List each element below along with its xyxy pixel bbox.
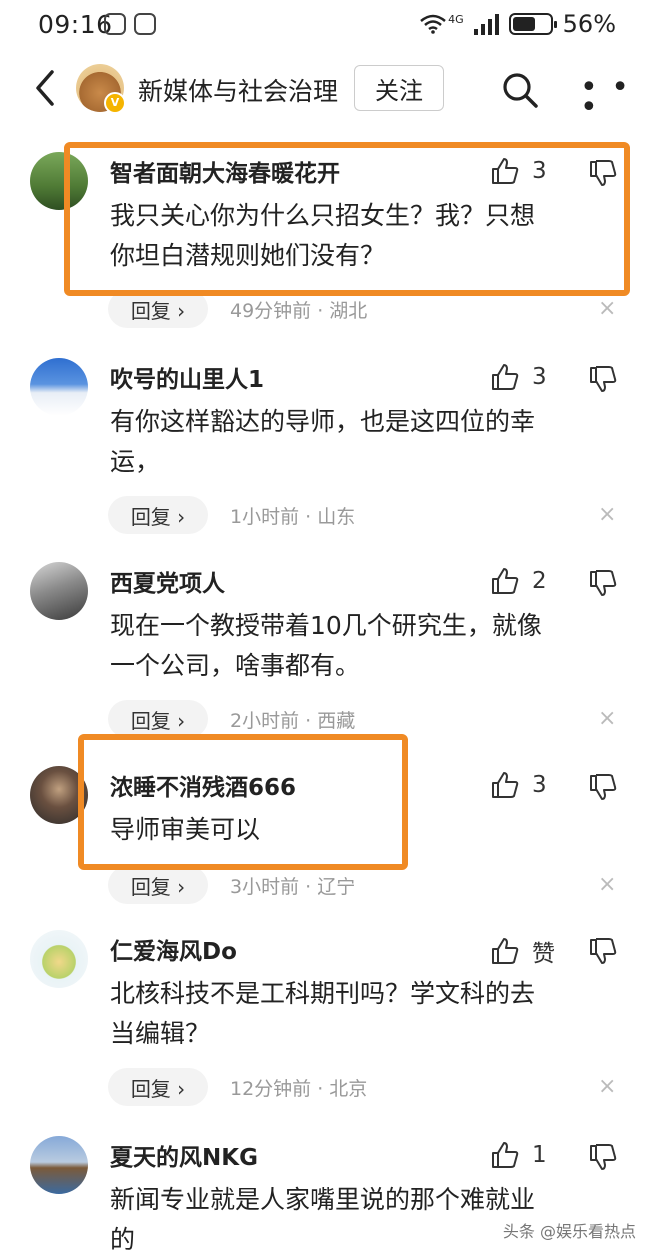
status-time: 09:16	[38, 10, 113, 39]
comment-text-line: 现在一个教授带着10几个研究生，就像	[110, 611, 542, 640]
user-avatar[interactable]	[30, 1136, 88, 1194]
battery-icon	[508, 13, 557, 35]
reply-button[interactable]: 回复 ›	[108, 1068, 208, 1106]
battery-percent: 56%	[562, 10, 616, 38]
thumbs-up-icon	[492, 568, 519, 594]
more-icon[interactable]: • • •	[580, 73, 650, 123]
comment-time-location: 12分钟前 · 北京	[230, 1077, 368, 1100]
comment-time-location: 1小时前 · 山东	[230, 505, 356, 528]
highlight-box	[78, 734, 408, 870]
watermark: 头条 @娱乐看热点	[502, 1222, 636, 1241]
signal-icon	[473, 13, 499, 35]
reply-button[interactable]: 回复 ›	[108, 866, 208, 904]
thumbs-down-icon[interactable]	[588, 568, 618, 598]
comment-text-line: 当编辑？	[110, 1019, 211, 1048]
close-icon[interactable]: ×	[598, 872, 616, 897]
comment-time-location: 49分钟前 · 湖北	[230, 299, 368, 322]
channel-name[interactable]: 新媒体与社会治理	[138, 72, 338, 108]
thumbs-up-icon	[492, 938, 519, 964]
like-count: 3	[532, 364, 547, 390]
like-count: 2	[532, 568, 547, 594]
comment-username[interactable]: 西夏党项人	[110, 564, 225, 598]
search-icon[interactable]	[500, 70, 540, 110]
close-icon[interactable]: ×	[598, 1074, 616, 1099]
comment-time-location: 2小时前 · 西藏	[230, 709, 356, 732]
comment-meta: 回复 › 3小时前 · 辽宁	[108, 866, 355, 904]
thumbs-up-icon	[492, 1142, 519, 1168]
highlight-box	[64, 142, 630, 296]
like-button[interactable]: 1	[490, 1140, 547, 1170]
wechat-icon	[104, 13, 126, 35]
comment-username[interactable]: 仁爱海风Do	[110, 932, 237, 966]
thumbs-up-icon	[492, 772, 519, 798]
back-button[interactable]	[30, 68, 60, 108]
comment-username[interactable]: 吹号的山里人1	[110, 360, 264, 394]
close-icon[interactable]: ×	[598, 296, 616, 321]
like-button[interactable]: 3	[490, 770, 547, 800]
comment-time-location: 3小时前 · 辽宁	[230, 875, 356, 898]
close-icon[interactable]: ×	[598, 502, 616, 527]
like-count: 3	[532, 772, 547, 798]
user-avatar[interactable]	[30, 930, 88, 988]
like-count: 赞	[532, 941, 555, 967]
comment-username[interactable]: 夏天的风NKG	[110, 1138, 258, 1172]
comment-text-line: 新闻专业就是人家嘴里说的那个难就业	[110, 1185, 536, 1214]
wifi-icon	[420, 14, 446, 34]
follow-button[interactable]: 关注	[354, 65, 444, 111]
comment-text-line: 一个公司，啥事都有。	[110, 651, 361, 680]
comment-text-line: 北核科技不是工科期刊吗？学文科的去	[110, 979, 536, 1008]
page-header: V 新媒体与社会治理 关注 • • •	[0, 52, 650, 126]
like-button[interactable]: 赞	[490, 934, 555, 968]
verified-icon: V	[104, 92, 126, 114]
like-count: 1	[532, 1142, 547, 1168]
reply-button[interactable]: 回复 ›	[108, 700, 208, 738]
comment-meta: 回复 › 1小时前 · 山东	[108, 496, 355, 534]
app-notification-icon	[134, 13, 156, 35]
thumbs-down-icon[interactable]	[588, 1142, 618, 1172]
user-avatar[interactable]	[30, 562, 88, 620]
comment-meta: 回复 › 12分钟前 · 北京	[108, 1068, 367, 1106]
thumbs-down-icon[interactable]	[588, 936, 618, 966]
like-button[interactable]: 3	[490, 362, 547, 392]
comment-text-line: 运，	[110, 447, 161, 476]
thumbs-down-icon[interactable]	[588, 364, 618, 394]
thumbs-down-icon[interactable]	[588, 772, 618, 802]
user-avatar[interactable]	[30, 358, 88, 416]
notification-icons	[104, 13, 156, 35]
close-icon[interactable]: ×	[598, 706, 616, 731]
status-right: 4G 56%	[420, 10, 616, 38]
comment-text-line: 有你这样豁达的导师，也是这四位的幸	[110, 407, 536, 436]
status-bar: 09:16 4G 56%	[0, 0, 650, 52]
like-button[interactable]: 2	[490, 566, 547, 596]
reply-button[interactable]: 回复 ›	[108, 496, 208, 534]
comment-meta: 回复 › 2小时前 · 西藏	[108, 700, 355, 738]
network-type: 4G	[448, 12, 464, 26]
thumbs-up-icon	[492, 364, 519, 390]
channel-avatar[interactable]: V	[76, 64, 126, 114]
